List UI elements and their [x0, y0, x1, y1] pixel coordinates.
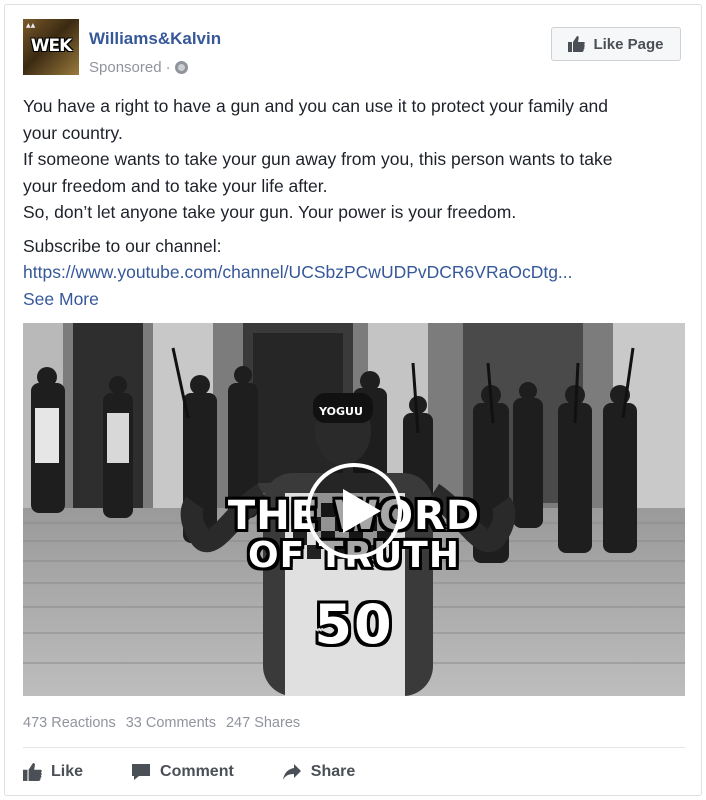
separator: ·: [165, 59, 171, 76]
comments-count[interactable]: 33 Comments: [126, 715, 216, 731]
post-text-line: your country.: [23, 122, 123, 143]
video-player[interactable]: YOGUU THE WORD OF TRUTH 50: [23, 323, 685, 696]
share-button[interactable]: Share: [282, 763, 355, 781]
comment-label: Comment: [160, 763, 234, 780]
comment-button[interactable]: Comment: [131, 763, 234, 781]
post-text-line: your freedom and to take your life after…: [23, 175, 328, 196]
shares-count[interactable]: 247 Shares: [226, 715, 300, 731]
subscribe-label: Subscribe to our channel:: [23, 235, 222, 256]
page-name-link[interactable]: Williams&Kalvin: [89, 29, 221, 49]
divider: [23, 747, 685, 748]
post-text-line: If someone wants to take your gun away f…: [23, 149, 613, 169]
like-label: Like: [51, 763, 84, 780]
play-button-icon[interactable]: [306, 463, 402, 559]
share-arrow-icon: [282, 764, 301, 780]
globe-icon: [174, 61, 188, 74]
reactions-count[interactable]: 473 Reactions: [23, 715, 116, 731]
sponsored-label[interactable]: Sponsored: [89, 59, 162, 76]
post-header: ▲▲ WEK Williams&Kalvin Sponsored · Like …: [23, 19, 685, 83]
post-text-line: So, don’t let anyone take your gun. Your…: [23, 202, 517, 222]
overlay-number: 50: [314, 593, 394, 656]
sponsored-line: Sponsored ·: [89, 59, 188, 76]
logo-text: WEK: [30, 36, 73, 56]
thumbs-up-icon: [23, 763, 42, 781]
comment-icon: [132, 764, 151, 780]
like-button[interactable]: Like: [23, 763, 83, 781]
see-more-link[interactable]: See More: [23, 286, 693, 313]
like-page-button[interactable]: Like Page: [551, 27, 681, 61]
post-text-line: You have a right to have a gun and you c…: [23, 96, 609, 116]
page-logo[interactable]: ▲▲ WEK: [23, 19, 79, 75]
action-bar: Like Comment Share: [23, 757, 403, 787]
post-message: You have a right to have a gun and you c…: [23, 93, 693, 312]
engagement-stats: 473 Reactions 33 Comments 247 Shares: [23, 715, 310, 731]
like-page-label: Like Page: [593, 35, 664, 53]
beanie-text: YOGUU: [318, 405, 363, 418]
channel-link[interactable]: https://www.youtube.com/channel/UCSbzPCw…: [23, 259, 693, 286]
sponsored-post-card: ▲▲ WEK Williams&Kalvin Sponsored · Like …: [4, 4, 702, 796]
thumbs-up-icon: [568, 36, 586, 52]
share-label: Share: [310, 763, 356, 780]
